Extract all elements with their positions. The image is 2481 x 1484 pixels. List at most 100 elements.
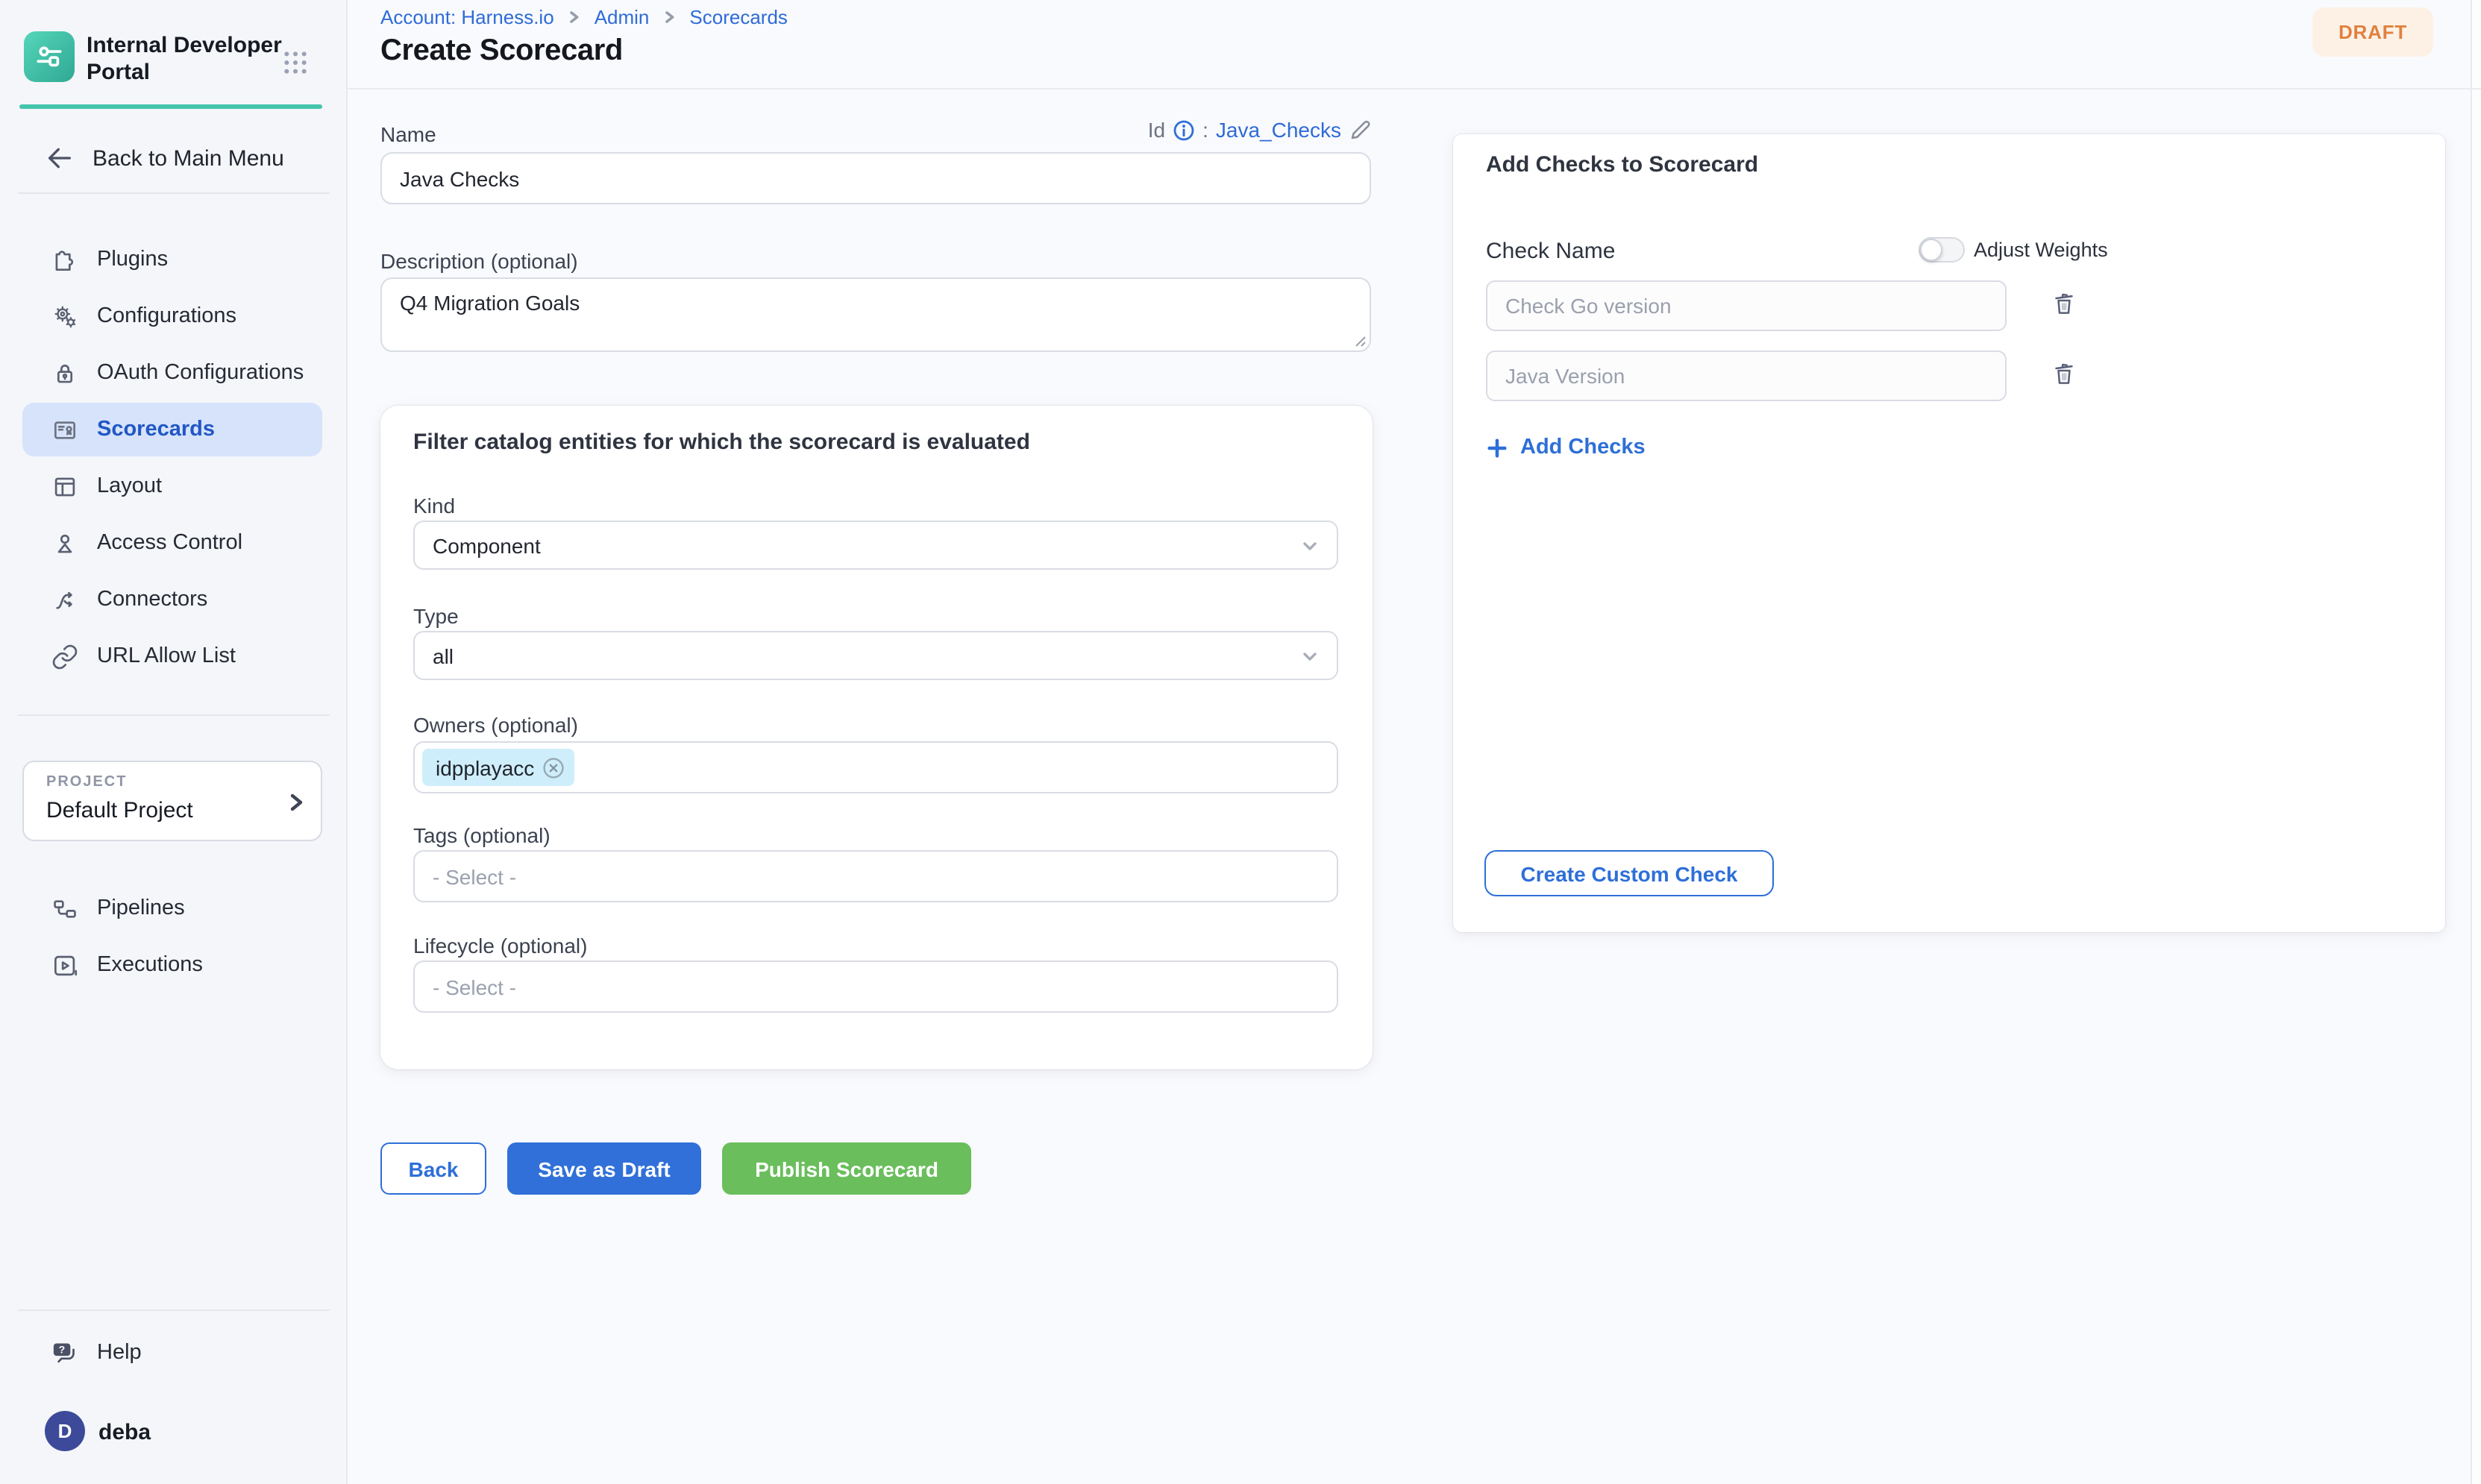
- chevron-down-icon: [1298, 533, 1322, 557]
- description-field-wrap: Q4 Migration Goals: [380, 277, 1371, 352]
- adjust-weights-label: Adjust Weights: [1974, 239, 2108, 261]
- filter-heading: Filter catalog entities for which the sc…: [413, 430, 1030, 455]
- chevron-right-icon: [566, 9, 583, 25]
- name-input[interactable]: [380, 152, 1371, 204]
- check-name-input[interactable]: [1486, 350, 2007, 401]
- app-logo-icon: [24, 31, 75, 82]
- gears-icon: [49, 301, 79, 331]
- grid-menu-icon[interactable]: [280, 48, 310, 78]
- owners-label: Owners (optional): [413, 713, 578, 737]
- pipelines-icon: [49, 893, 79, 923]
- sidebar-item-scorecards[interactable]: Scorecards: [22, 403, 322, 456]
- owner-tag: idpplayacc: [422, 749, 574, 786]
- info-icon[interactable]: [1173, 119, 1195, 141]
- id-separator: :: [1202, 118, 1208, 142]
- owners-input[interactable]: idpplayacc: [413, 741, 1338, 793]
- scorecard-icon: [49, 415, 79, 444]
- chevron-right-icon: [661, 9, 677, 25]
- kind-select-value: Component: [433, 533, 541, 557]
- sidebar-divider: [18, 714, 330, 716]
- tags-select-placeholder: - Select -: [433, 864, 516, 888]
- sidebar-item-label: OAuth Configurations: [97, 361, 304, 385]
- sidebar-item-label: Plugins: [97, 248, 168, 271]
- plugins-icon: [49, 245, 79, 274]
- executions-icon: [49, 950, 79, 980]
- lifecycle-select[interactable]: - Select -: [413, 960, 1338, 1013]
- sidebar-item-access-control[interactable]: Access Control: [22, 516, 322, 570]
- add-checks-button[interactable]: Add Checks: [1486, 436, 1646, 459]
- sidebar-item-pipelines[interactable]: Pipelines: [22, 881, 322, 935]
- owner-tag-label: idpplayacc: [436, 755, 534, 779]
- back-button[interactable]: Back: [380, 1142, 486, 1195]
- edit-pencil-icon[interactable]: [1349, 119, 1371, 141]
- help-icon: ?: [49, 1338, 79, 1368]
- chevron-right-icon: [283, 790, 307, 814]
- header-divider: [348, 88, 2481, 89]
- app-title: Internal Developer Portal: [87, 33, 283, 87]
- sidebar-item-label: Executions: [97, 953, 203, 977]
- person-icon: [49, 528, 79, 558]
- sidebar-item-label: URL Allow List: [97, 644, 236, 668]
- link-icon: [49, 641, 79, 671]
- back-to-main-menu-label: Back to Main Menu: [92, 145, 284, 171]
- id-label: Id: [1148, 118, 1165, 142]
- sidebar: Internal Developer Portal Back to Main M…: [0, 0, 348, 1484]
- sidebar-item-oauth-configurations[interactable]: OAuth Configurations: [22, 346, 322, 400]
- kind-select[interactable]: Component: [413, 521, 1338, 570]
- lock-icon: [49, 358, 79, 388]
- adjust-weights-toggle[interactable]: [1919, 237, 1965, 262]
- check-name-input[interactable]: [1486, 280, 2007, 331]
- arrow-left-icon: [45, 143, 75, 173]
- breadcrumb-link-scorecards[interactable]: Scorecards: [689, 6, 788, 28]
- sidebar-item-configurations[interactable]: Configurations: [22, 289, 322, 343]
- remove-tag-icon[interactable]: [542, 755, 565, 779]
- delete-check-button[interactable]: [2047, 285, 2080, 321]
- layout-icon: [49, 471, 79, 501]
- sidebar-divider: [18, 192, 330, 194]
- status-badge: DRAFT: [2312, 7, 2433, 57]
- checks-heading: Add Checks to Scorecard: [1486, 152, 1758, 177]
- connectors-icon: [49, 585, 79, 614]
- tags-select[interactable]: - Select -: [413, 850, 1338, 902]
- page-title: Create Scorecard: [380, 34, 623, 69]
- type-select[interactable]: all: [413, 631, 1338, 680]
- delete-check-button[interactable]: [2047, 355, 2080, 391]
- help-label: Help: [97, 1341, 142, 1365]
- breadcrumb-link-admin[interactable]: Admin: [595, 6, 650, 28]
- breadcrumb: Account: Harness.io Admin Scorecards: [380, 6, 788, 28]
- back-to-main-menu-button[interactable]: Back to Main Menu: [22, 136, 322, 180]
- type-label: Type: [413, 604, 459, 628]
- sidebar-item-executions[interactable]: Executions: [22, 938, 322, 992]
- user-avatar[interactable]: D: [45, 1411, 85, 1451]
- sidebar-item-label: Scorecards: [97, 418, 215, 441]
- svg-text:?: ?: [59, 1345, 66, 1356]
- add-checks-label: Add Checks: [1520, 436, 1646, 459]
- publish-scorecard-button[interactable]: Publish Scorecard: [722, 1142, 971, 1195]
- description-textarea[interactable]: Q4 Migration Goals: [380, 277, 1371, 352]
- sidebar-item-label: Layout: [97, 474, 162, 498]
- toggle-knob: [1920, 239, 1942, 261]
- type-select-value: all: [433, 644, 454, 667]
- sidebar-item-plugins[interactable]: Plugins: [22, 233, 322, 286]
- resize-handle-icon[interactable]: [1352, 333, 1367, 348]
- check-name-label: Check Name: [1486, 239, 1615, 264]
- project-selector[interactable]: PROJECT Default Project: [22, 761, 322, 841]
- create-custom-check-button[interactable]: Create Custom Check: [1484, 850, 1774, 896]
- sidebar-item-label: Configurations: [97, 304, 236, 328]
- save-as-draft-button[interactable]: Save as Draft: [507, 1142, 701, 1195]
- tags-label: Tags (optional): [413, 823, 551, 847]
- breadcrumb-link-account[interactable]: Account: Harness.io: [380, 6, 554, 28]
- sidebar-item-label: Connectors: [97, 588, 207, 611]
- lifecycle-label: Lifecycle (optional): [413, 934, 587, 958]
- sidebar-item-url-allow-list[interactable]: URL Allow List: [22, 629, 322, 683]
- app-root: Internal Developer Portal Back to Main M…: [0, 0, 2481, 1484]
- id-value-link[interactable]: Java_Checks: [1216, 118, 1341, 142]
- scrollbar-gutter[interactable]: [2471, 0, 2481, 1484]
- user-name: deba: [98, 1420, 151, 1445]
- help-button[interactable]: ? Help: [22, 1330, 322, 1375]
- sidebar-divider: [18, 1309, 330, 1311]
- sidebar-item-layout[interactable]: Layout: [22, 459, 322, 513]
- filter-card: Filter catalog entities for which the sc…: [380, 406, 1373, 1069]
- sidebar-accent-bar: [19, 104, 322, 109]
- sidebar-item-connectors[interactable]: Connectors: [22, 573, 322, 626]
